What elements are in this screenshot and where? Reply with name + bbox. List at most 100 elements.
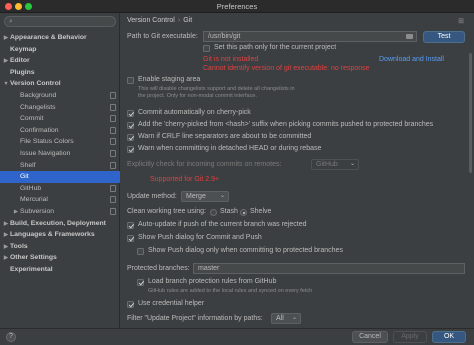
push-protected-only-label: Show Push dialog only when committing to…	[148, 247, 343, 254]
sidebar-item-issue-navigation[interactable]: Issue Navigation	[0, 148, 120, 160]
filter-update-value: All	[276, 315, 284, 322]
sidebar-item-label: Editor	[10, 57, 30, 65]
sidebar-item-changelists[interactable]: Changelists	[0, 102, 120, 114]
sidebar-item-file-status-colors[interactable]: File Status Colors	[0, 136, 120, 148]
sidebar-item-label: Background	[20, 91, 57, 99]
staging-hint-line2: the project. Only for non-modal commit i…	[138, 93, 257, 99]
stash-radio-label: Stash	[220, 208, 238, 215]
git-path-label: Path to Git executable:	[127, 33, 198, 40]
sidebar-item-tools[interactable]: ▶ Tools	[0, 241, 120, 253]
project-settings-icon	[110, 91, 116, 99]
chevron-down-icon: ⌄	[291, 315, 297, 321]
ok-button[interactable]: OK	[432, 331, 466, 343]
incoming-commits-value: GitHub	[316, 161, 338, 168]
cherry-pick-commit-checkbox[interactable]	[127, 110, 134, 117]
sidebar-item-label: Other Settings	[10, 254, 57, 262]
sidebar-item-other-settings[interactable]: ▶ Other Settings	[0, 252, 120, 264]
breadcrumb-parent[interactable]: Version Control	[127, 17, 175, 24]
filter-update-label: Filter "Update Project" information by p…	[127, 315, 263, 322]
sidebar-item-subversion[interactable]: ▶ Subversion	[0, 206, 120, 218]
incoming-supported-note: Supported for Git 2.9+	[150, 176, 220, 183]
sidebar-item-label: Version Control	[10, 80, 61, 88]
sidebar-item-label: Languages & Frameworks	[10, 231, 95, 239]
protected-branches-value: master	[198, 265, 220, 272]
incoming-commits-select[interactable]: GitHub ⌄	[311, 159, 359, 170]
protected-branches-label: Protected branches:	[127, 265, 190, 272]
breadcrumb: Version Control › Git	[127, 17, 192, 24]
sidebar-item-confirmation[interactable]: Confirmation	[0, 125, 120, 137]
sidebar-item-label: Mercurial	[20, 196, 48, 204]
apply-button[interactable]: Apply	[393, 331, 427, 343]
sidebar-item-label: Issue Navigation	[20, 149, 71, 157]
sidebar-item-languages-frameworks[interactable]: ▶ Languages & Frameworks	[0, 229, 120, 241]
auto-update-label: Auto-update if push of the current branc…	[138, 221, 307, 228]
settings-search-input[interactable]: ⌕	[4, 16, 116, 27]
detached-head-checkbox[interactable]	[127, 146, 134, 153]
download-install-link[interactable]: Download and Install	[379, 56, 444, 63]
detached-head-label: Warn when committing in detached HEAD or…	[138, 145, 322, 152]
stash-radio[interactable]	[210, 209, 217, 216]
sidebar-item-mercurial[interactable]: Mercurial	[0, 194, 120, 206]
clean-tree-label: Clean working tree using:	[127, 208, 206, 215]
update-method-select[interactable]: Merge ⌄	[181, 191, 229, 202]
staging-area-checkbox[interactable]	[127, 77, 134, 84]
sidebar-item-label: File Status Colors	[20, 138, 74, 146]
load-github-rules-hint: GitHub rules are added to the local rule…	[148, 288, 313, 294]
sidebar-item-build-execution-deployment[interactable]: ▶ Build, Execution, Deployment	[0, 218, 120, 230]
project-settings-icon	[110, 126, 116, 134]
test-button[interactable]: Test	[423, 31, 465, 43]
sidebar-item-label: Confirmation	[20, 126, 59, 134]
show-push-dialog-checkbox[interactable]	[127, 235, 134, 242]
sidebar-item-version-control[interactable]: ▼Version Control	[0, 78, 120, 90]
sidebar-item-background[interactable]: Background	[0, 90, 120, 102]
sidebar-item-git[interactable]: Git	[0, 171, 120, 183]
push-protected-only-checkbox[interactable]	[137, 248, 144, 255]
cancel-button[interactable]: Cancel	[352, 331, 388, 343]
shelve-radio[interactable]	[240, 209, 247, 216]
sidebar-item-github[interactable]: GitHub	[0, 183, 120, 195]
show-push-dialog-label: Show Push dialog for Commit and Push	[138, 234, 262, 241]
sidebar-item-plugins[interactable]: Plugins	[0, 67, 120, 79]
sidebar-item-keymap[interactable]: Keymap	[0, 44, 120, 56]
sidebar-item-label: Commit	[20, 115, 44, 123]
staging-hint-line1: This will disable changelists support an…	[138, 86, 295, 92]
project-settings-icon	[110, 115, 116, 123]
scrollbar[interactable]	[469, 53, 472, 173]
browse-folder-icon[interactable]	[406, 34, 413, 39]
crlf-warning-checkbox[interactable]	[127, 134, 134, 141]
load-github-rules-label: Load branch protection rules from GitHub	[148, 278, 277, 285]
sidebar-item-shelf[interactable]: Shelf	[0, 160, 120, 172]
project-settings-icon	[110, 196, 116, 204]
sidebar-item-commit[interactable]: Commit	[0, 113, 120, 125]
update-method-value: Merge	[186, 193, 206, 200]
sidebar-item-editor[interactable]: ▶ Editor	[0, 55, 120, 67]
cherry-pick-suffix-checkbox[interactable]	[127, 122, 134, 129]
filter-update-select[interactable]: All ⌄	[271, 313, 301, 324]
sidebar-item-appearance-behavior[interactable]: ▶ Appearance & Behavior	[0, 32, 120, 44]
sidebar-item-label: Subversion	[20, 207, 55, 215]
title-bar: Preferences	[0, 0, 474, 13]
git-settings-panel: Version Control › Git ⊞ Path to Git execut…	[121, 13, 474, 328]
auto-update-checkbox[interactable]	[127, 222, 134, 229]
sidebar-item-label: GitHub	[20, 184, 42, 192]
sidebar-item-label: Keymap	[10, 45, 37, 53]
sidebar-item-label: Build, Execution, Deployment	[10, 219, 106, 227]
project-settings-icon	[110, 184, 116, 192]
help-button[interactable]: ?	[6, 332, 16, 342]
project-scope-icon: ⊞	[458, 18, 464, 25]
project-only-label: Set this path only for the current proje…	[214, 44, 337, 51]
dialog-footer: ? Cancel Apply OK	[0, 328, 474, 345]
shelve-radio-label: Shelve	[250, 208, 272, 215]
sidebar-item-label: Shelf	[20, 161, 36, 169]
project-settings-icon	[110, 149, 116, 157]
protected-branches-input[interactable]: master	[193, 263, 465, 274]
cherry-pick-commit-label: Commit automatically on cherry-pick	[138, 109, 251, 116]
git-path-input[interactable]: /usr/bin/git	[203, 31, 417, 42]
sidebar-item-label: Appearance & Behavior	[10, 34, 87, 41]
load-github-rules-checkbox[interactable]	[137, 279, 144, 286]
sidebar-item-label: Experimental	[10, 265, 53, 273]
project-only-checkbox[interactable]	[203, 45, 210, 52]
sidebar-item-experimental[interactable]: Experimental	[0, 264, 120, 276]
credential-helper-checkbox[interactable]	[127, 301, 134, 308]
incoming-commits-label: Explicitly check for incoming commits on…	[127, 161, 282, 168]
